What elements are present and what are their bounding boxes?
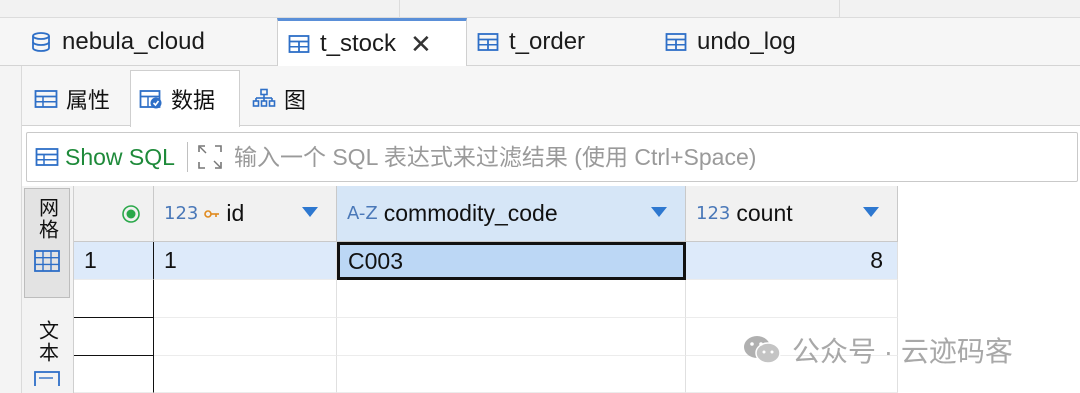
- column-name: count: [736, 200, 793, 226]
- empty-cell: [154, 280, 337, 318]
- chevron-down-icon[interactable]: [302, 207, 318, 217]
- editor-tab-bar: nebula_cloud t_stock ✕ t_order undo_log: [0, 18, 1080, 67]
- column-header-id[interactable]: 123 id: [154, 186, 337, 242]
- column-type-tag: A-Z: [347, 203, 378, 224]
- tab-label: 数据: [171, 88, 216, 113]
- wechat-icon: [744, 336, 781, 364]
- tab-data[interactable]: 数据: [130, 70, 240, 127]
- tab-diagram[interactable]: 图: [248, 72, 310, 126]
- text-view-button[interactable]: 文本: [24, 312, 70, 393]
- column-header-commodity-code[interactable]: A-Z commodity_code: [337, 186, 686, 242]
- row-number[interactable]: 1: [74, 242, 154, 280]
- tab-label: t_stock: [320, 30, 397, 57]
- expand-icon[interactable]: [196, 143, 224, 171]
- sub-tab-bar: 属性 数据 图: [22, 66, 1080, 127]
- tab-label: t_order: [509, 28, 586, 55]
- empty-row-number: [74, 356, 154, 393]
- top-strip-segment: [400, 0, 840, 18]
- diagram-icon: [252, 88, 276, 107]
- tab-undo-log[interactable]: undo_log: [665, 18, 796, 66]
- cell-id[interactable]: 1: [154, 242, 337, 280]
- filter-box: Show SQL: [26, 132, 1078, 182]
- properties-icon: [34, 90, 58, 108]
- filter-bar: Show SQL: [22, 128, 1080, 186]
- select-all-header[interactable]: [74, 186, 154, 242]
- tab-nebula-cloud[interactable]: nebula_cloud: [30, 18, 205, 66]
- tab-label: undo_log: [697, 28, 796, 55]
- column-name: id: [226, 200, 245, 226]
- tab-label: 图: [284, 88, 307, 113]
- chevron-down-icon[interactable]: [651, 207, 667, 217]
- top-strip: [0, 0, 1080, 18]
- database-icon: [32, 32, 50, 52]
- key-icon: [204, 209, 220, 218]
- empty-cell: [337, 318, 686, 356]
- table-icon: [477, 33, 499, 51]
- table-icon: [665, 33, 687, 51]
- empty-cell: [337, 280, 686, 318]
- left-gutter: [0, 18, 22, 393]
- table-icon: [35, 148, 59, 166]
- empty-cell: [686, 280, 898, 318]
- tab-properties[interactable]: 属性: [28, 72, 116, 126]
- chevron-down-icon[interactable]: [863, 207, 879, 217]
- top-strip-segment: [0, 0, 400, 18]
- filter-input[interactable]: [233, 143, 1077, 171]
- tab-t-stock[interactable]: t_stock ✕: [277, 18, 467, 67]
- watermark-text: 公众号 · 云迹码客: [792, 336, 1013, 367]
- close-icon[interactable]: ✕: [410, 31, 432, 57]
- empty-cell: [154, 318, 337, 356]
- text-icon: [34, 371, 60, 386]
- grid-view-button[interactable]: 网格: [24, 188, 70, 298]
- cell-count[interactable]: 8: [686, 242, 898, 280]
- empty-row-number: [74, 280, 154, 318]
- empty-cell: [337, 356, 686, 393]
- column-type-tag: 123: [696, 203, 731, 224]
- show-sql-label: Show SQL: [65, 143, 175, 170]
- column-type-tag: 123: [164, 203, 199, 224]
- side-panel: 网格 文本: [22, 186, 74, 393]
- watermark: 公众号 · 云迹码客: [742, 330, 1013, 370]
- select-all-icon[interactable]: [121, 204, 141, 224]
- show-sql-button[interactable]: Show SQL: [27, 144, 175, 171]
- empty-cell: [154, 356, 337, 393]
- tab-label: 属性: [66, 88, 111, 113]
- divider: [186, 142, 188, 172]
- cell-commodity-code[interactable]: C003: [337, 242, 686, 280]
- table-icon: [288, 35, 310, 53]
- empty-row-number: [74, 318, 154, 356]
- grid-view-label: 网格: [35, 197, 58, 241]
- column-header-count[interactable]: 123 count: [686, 186, 898, 242]
- text-view-label: 文本: [35, 320, 58, 364]
- grid-icon: [34, 250, 60, 272]
- column-name: commodity_code: [383, 200, 558, 226]
- tab-label: nebula_cloud: [62, 28, 205, 55]
- tab-t-order[interactable]: t_order: [477, 18, 585, 66]
- data-icon: [139, 90, 162, 109]
